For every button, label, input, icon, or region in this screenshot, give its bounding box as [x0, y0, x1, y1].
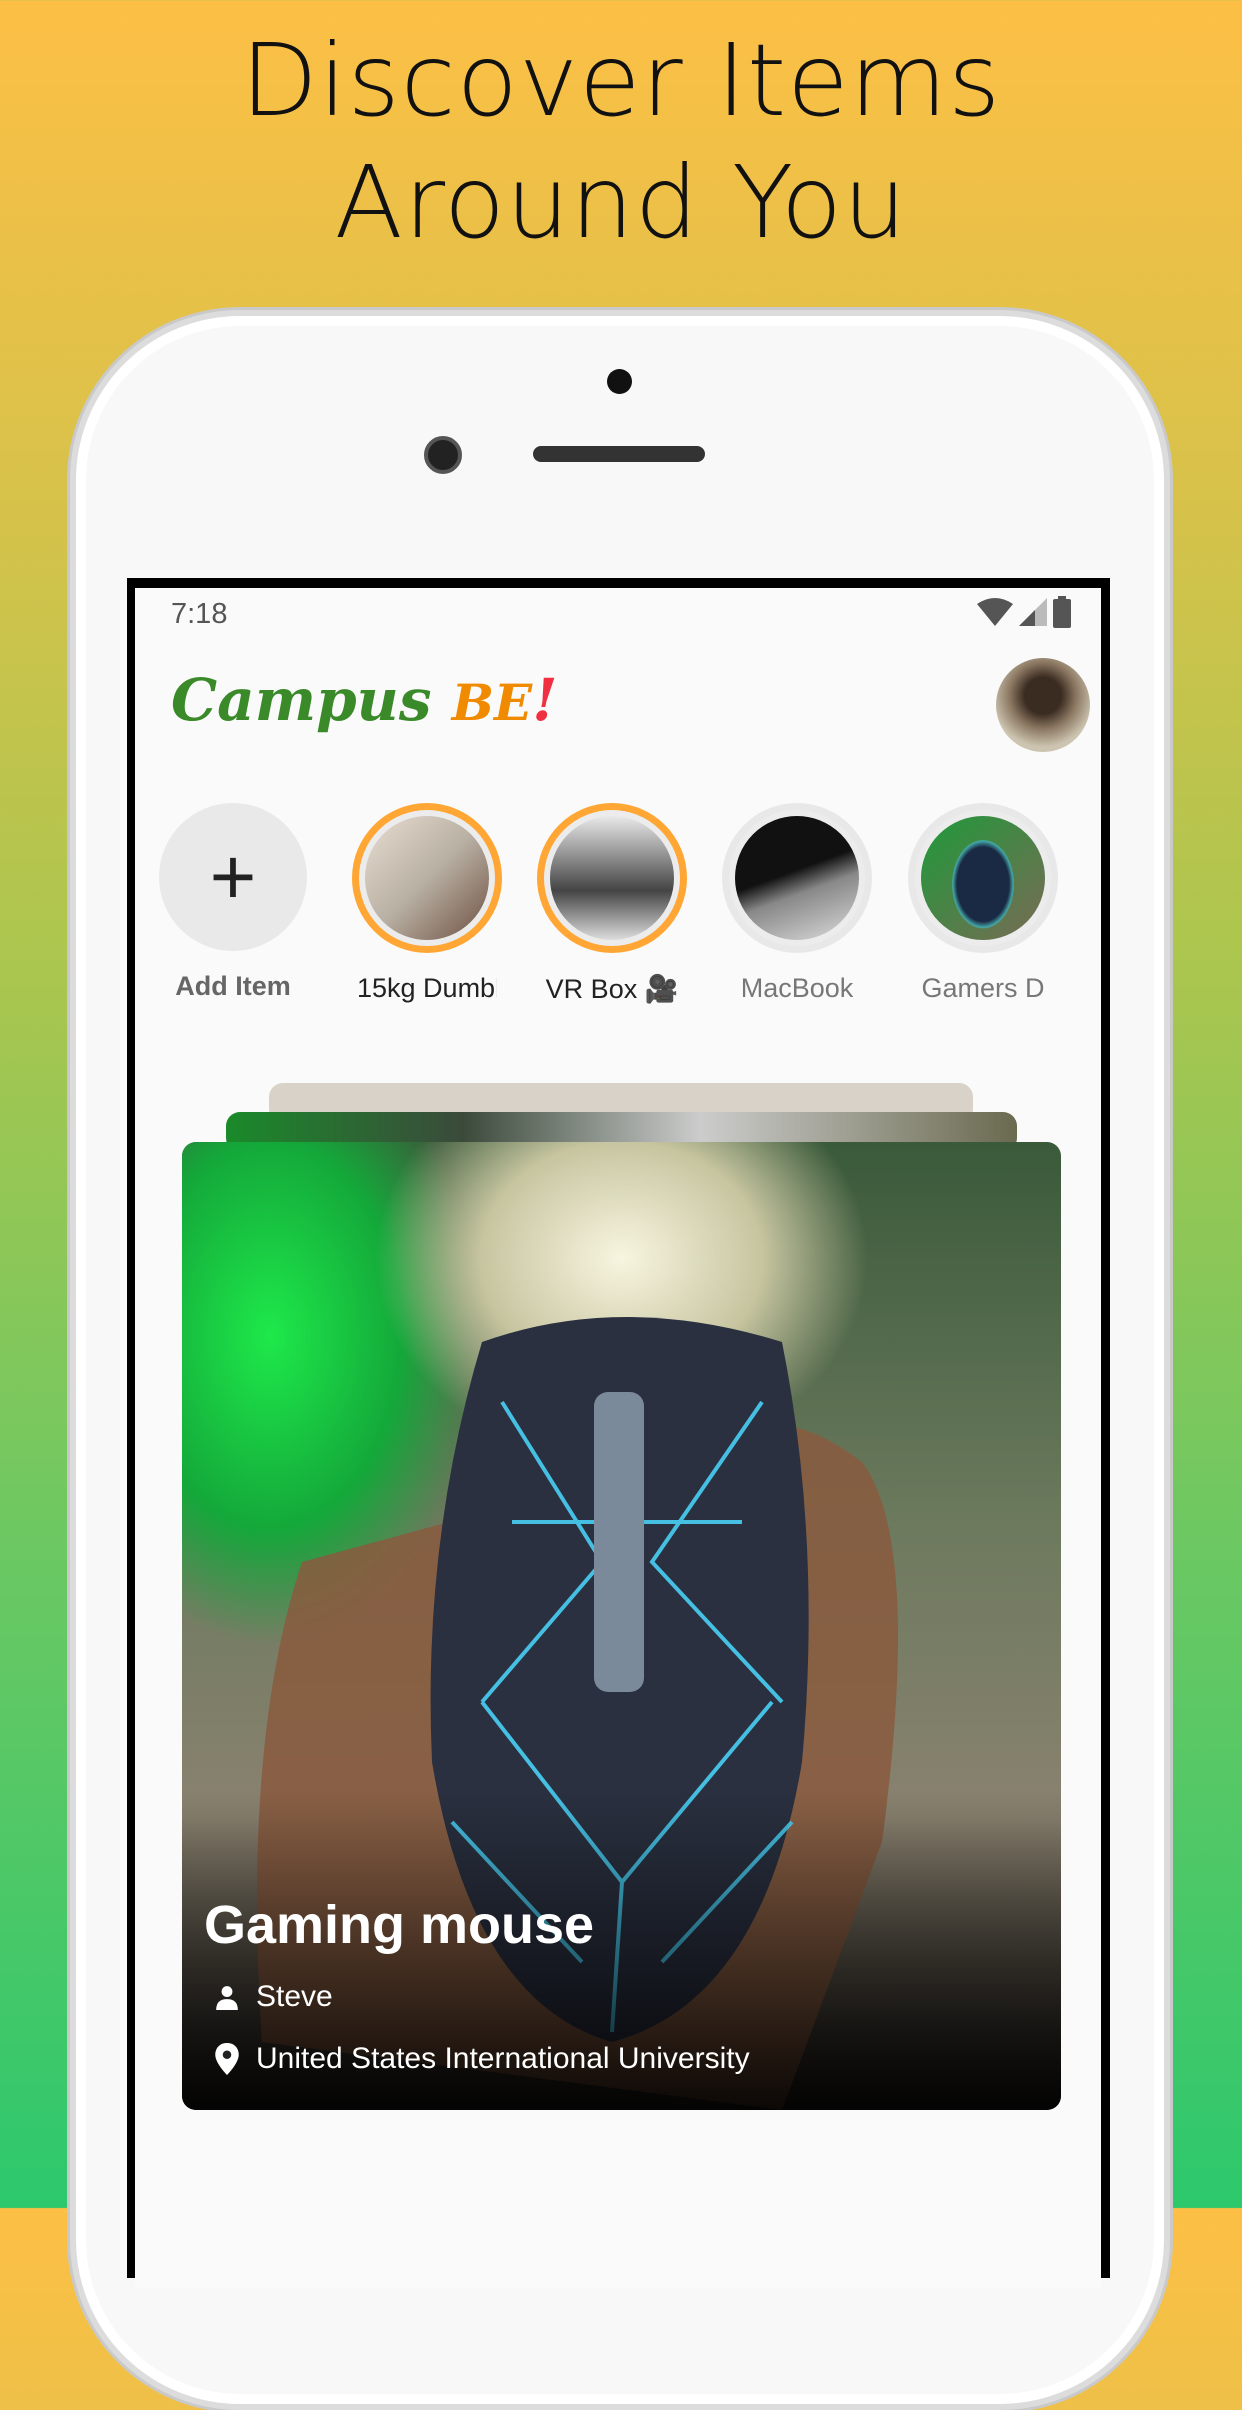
status-time: 7:18 — [171, 598, 228, 630]
status-icons — [977, 596, 1071, 628]
story-label: VR Box 🎥 — [545, 974, 679, 1004]
headline-line2: Around You — [334, 144, 908, 261]
story-label: Gamers D — [921, 973, 1045, 1003]
story-item[interactable]: Gamers D — [893, 803, 1073, 1004]
headline-line1: Discover Items — [240, 22, 1002, 139]
item-title: Gaming mouse — [204, 1895, 595, 1955]
story-label: MacBook — [740, 973, 854, 1003]
wifi-icon — [977, 598, 1013, 626]
app-logo[interactable]: Campus BE! — [171, 666, 558, 734]
plus-icon: + — [159, 803, 307, 951]
story-item[interactable]: VR Box 🎥 — [522, 803, 702, 1005]
logo-campus: Campus — [171, 666, 432, 734]
item-card[interactable]: Gaming mouse Steve United States Interna… — [182, 1142, 1061, 2110]
owner-name: Steve — [256, 1980, 333, 2013]
story-item[interactable]: MacBook — [707, 803, 887, 1004]
earpiece-speaker — [533, 446, 705, 462]
signal-icon — [1019, 598, 1047, 626]
person-icon — [216, 1986, 238, 2010]
profile-avatar[interactable] — [996, 658, 1090, 752]
add-item-button[interactable]: + Add Item — [143, 803, 323, 1002]
item-location: United States International University — [214, 2042, 750, 2076]
location-pin-icon — [215, 2043, 239, 2075]
front-camera — [424, 436, 462, 474]
logo-be: BE — [451, 673, 533, 732]
story-label: 15kg Dumbbells — [357, 973, 497, 1003]
app-screen: 7:18 Campus BE! + Add Item 15kg Dumbbell… — [135, 588, 1101, 2288]
battery-icon — [1053, 596, 1071, 628]
item-owner: Steve — [214, 1980, 333, 2014]
sensor-dot — [607, 369, 632, 394]
logo-exclamation: ! — [532, 666, 558, 734]
story-label: Add Item — [175, 971, 291, 1001]
location-name: United States International University — [256, 2042, 750, 2075]
story-item[interactable]: 15kg Dumbbells — [337, 803, 517, 1004]
